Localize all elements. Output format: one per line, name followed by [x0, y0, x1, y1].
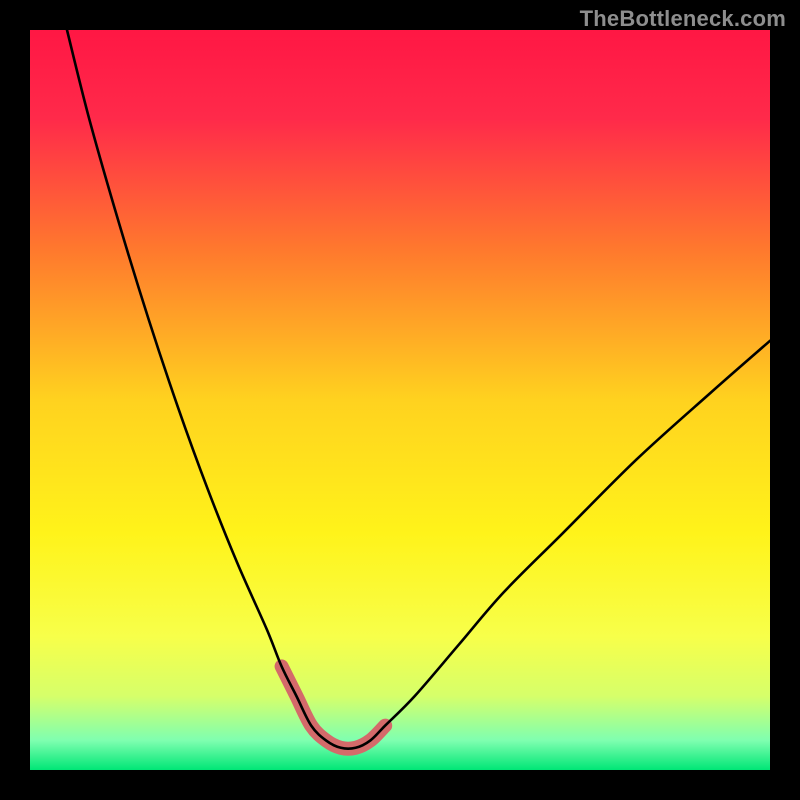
bottleneck-chart — [0, 0, 800, 800]
chart-frame: TheBottleneck.com — [0, 0, 800, 800]
plot-background — [30, 30, 770, 770]
